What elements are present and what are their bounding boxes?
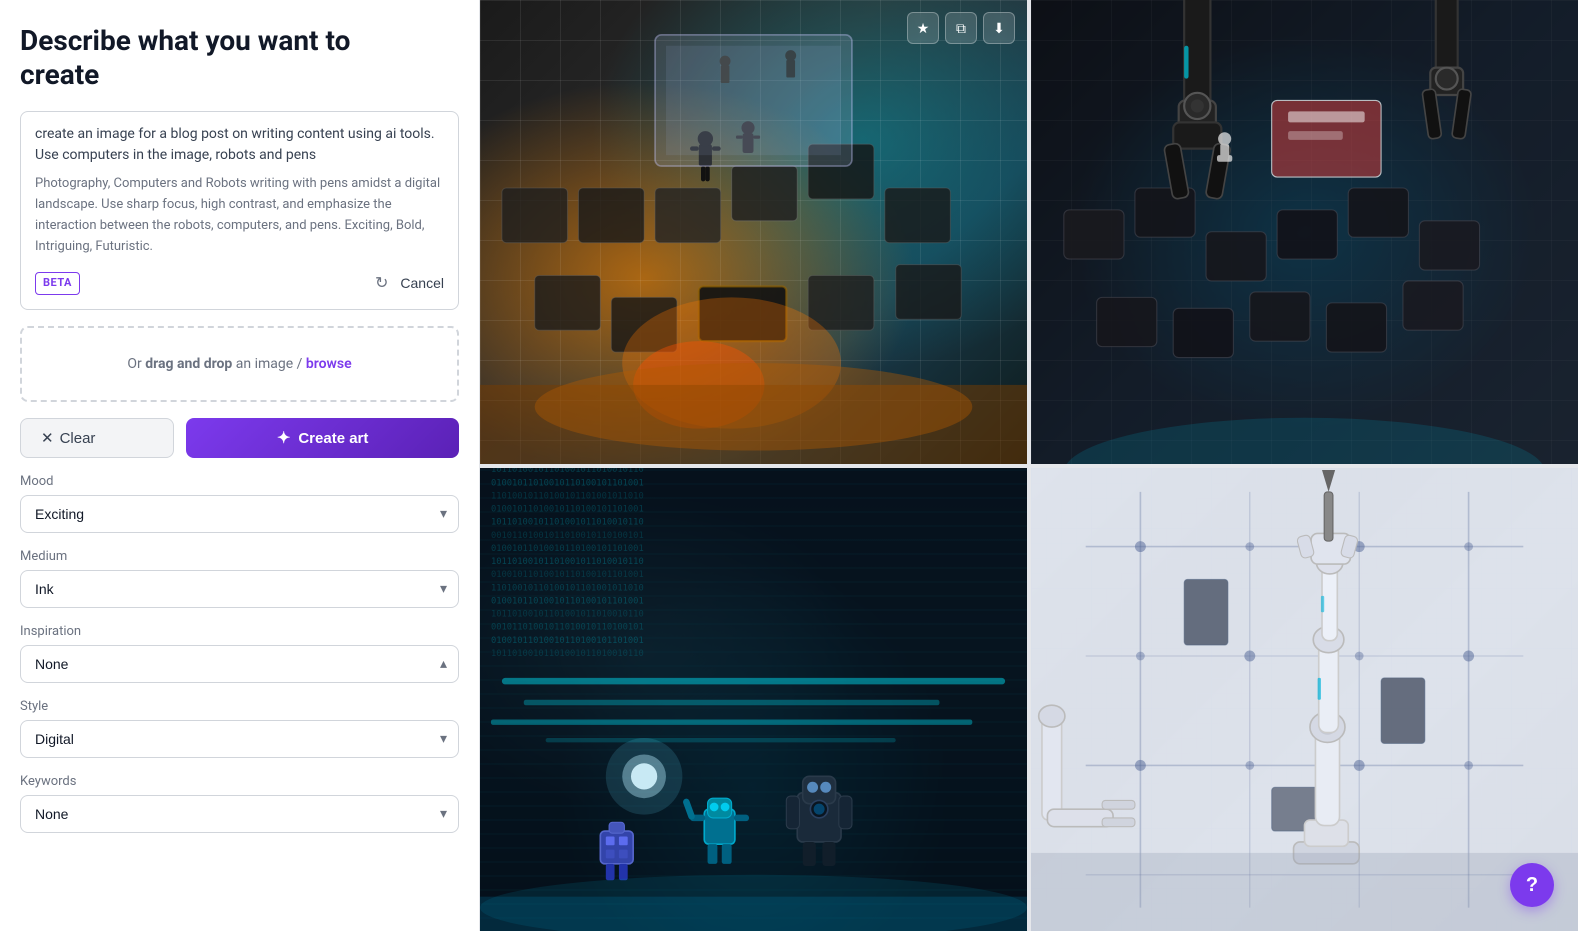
clear-button[interactable]: ✕ Clear — [20, 418, 174, 458]
inspiration-section: Inspiration None Monet Picasso Da Vinci … — [20, 624, 459, 683]
svg-text:10110100101101001011010010110: 10110100101101001011010010110 — [491, 609, 644, 619]
image-cell-3[interactable]: 01001011010010110100101101001 1011010010… — [480, 468, 1027, 931]
svg-text:11010010110100101101001011010: 11010010110100101101001011010 — [491, 583, 644, 593]
svg-text:01001011010010110100101101001: 01001011010010110100101101001 — [491, 478, 644, 488]
style-select-wrapper: Digital Realistic Abstract Cartoon Sketc… — [20, 720, 459, 758]
download-button-3[interactable]: ⬇ — [983, 480, 1015, 512]
sparkle-icon: ✦ — [277, 428, 290, 448]
image-cell-1[interactable]: ★ ⧉ ⬇ — [480, 0, 1027, 464]
style-label: Style — [20, 699, 459, 714]
mood-label: Mood — [20, 474, 459, 489]
star-button-1[interactable]: ★ — [907, 12, 939, 44]
svg-text:01001011010010110100101101001: 01001011010010110100101101001 — [491, 570, 644, 580]
image-cell-2[interactable]: ★ ⧉ ⬇ — [1031, 0, 1578, 464]
left-panel: Describe what you want to create create … — [0, 0, 480, 931]
medium-select-wrapper: Ink Watercolor Oil Paint Digital Pencil … — [20, 570, 459, 608]
prompt-generated-text: Photography, Computers and Robots writin… — [35, 174, 444, 257]
inspiration-select[interactable]: None Monet Picasso Da Vinci Van Gogh — [20, 645, 459, 683]
browse-link[interactable]: browse — [306, 356, 352, 372]
svg-text:01001011010010110100101101001: 01001011010010110100101101001 — [491, 596, 644, 606]
svg-text:10110100101101001011010010110: 10110100101101001011010010110 — [491, 468, 644, 475]
keywords-select-wrapper: None ▾ — [20, 795, 459, 833]
svg-text:01001011010010110100101101001: 01001011010010110100101101001 — [491, 635, 644, 645]
style-select[interactable]: Digital Realistic Abstract Cartoon Sketc… — [20, 720, 459, 758]
mood-select-wrapper: Exciting Calm Dark Happy Mysterious ▾ — [20, 495, 459, 533]
svg-text:10110100101101001011010010110: 10110100101101001011010010110 — [491, 648, 644, 658]
copy-button-3[interactable]: ⧉ — [945, 480, 977, 512]
star-button-2[interactable]: ★ — [1458, 12, 1490, 44]
mood-select[interactable]: Exciting Calm Dark Happy Mysterious — [20, 495, 459, 533]
svg-text:00101101001011010010110100101: 00101101001011010010110100101 — [491, 530, 644, 540]
prompt-footer: BETA ↻ Cancel — [35, 269, 444, 297]
download-button-2[interactable]: ⬇ — [1534, 12, 1566, 44]
refresh-button[interactable]: ↻ — [371, 269, 392, 297]
page-title: Describe what you want to create — [20, 24, 459, 91]
copy-button-2[interactable]: ⧉ — [1496, 12, 1528, 44]
action-row: ✕ Clear ✦ Create art — [20, 418, 459, 458]
robot-elements-3: 01001011010010110100101101001 1011010010… — [480, 468, 1027, 931]
create-art-button[interactable]: ✦ Create art — [186, 418, 459, 458]
svg-text:10110100101101001011010010110: 10110100101101001011010010110 — [491, 557, 644, 567]
image-1-actions: ★ ⧉ ⬇ — [907, 12, 1015, 44]
download-button-4[interactable]: ⬇ — [1534, 480, 1566, 512]
copy-button-1[interactable]: ⧉ — [945, 12, 977, 44]
image-svg-1 — [480, 0, 1027, 464]
create-label: Create art — [298, 430, 368, 447]
keywords-label: Keywords — [20, 774, 459, 789]
inspiration-select-wrapper: None Monet Picasso Da Vinci Van Gogh ▴ — [20, 645, 459, 683]
inspiration-label: Inspiration — [20, 624, 459, 639]
svg-text:10110100101101001011010010110: 10110100101101001011010010110 — [491, 517, 644, 527]
image-svg-2 — [1031, 0, 1578, 464]
prompt-main-text: create an image for a blog post on writi… — [35, 124, 444, 166]
image-cell-4[interactable]: ★ ⧉ ⬇ — [1031, 468, 1578, 931]
keywords-section: Keywords None ▾ — [20, 774, 459, 833]
mood-section: Mood Exciting Calm Dark Happy Mysterious… — [20, 474, 459, 533]
download-button-1[interactable]: ⬇ — [983, 12, 1015, 44]
drop-text-bold: drag and drop — [145, 356, 232, 372]
image-svg-3: 01001011010010110100101101001 1011010010… — [480, 468, 1027, 931]
image-grid: ★ ⧉ ⬇ — [480, 0, 1578, 931]
help-button[interactable]: ? — [1510, 863, 1554, 907]
svg-text:00101101001011010010110100101: 00101101001011010010110100101 — [491, 622, 644, 632]
svg-text:01001011010010110100101101001: 01001011010010110100101101001 — [491, 543, 644, 553]
copy-button-4[interactable]: ⧉ — [1496, 480, 1528, 512]
svg-text:11010010110100101101001011010: 11010010110100101101001011010 — [491, 491, 644, 501]
image-svg-4 — [1031, 468, 1578, 931]
star-button-3[interactable]: ★ — [907, 480, 939, 512]
drop-text-prefix: Or — [127, 356, 145, 372]
drop-text-middle: an image / — [232, 356, 306, 372]
prompt-actions: ↻ Cancel — [371, 269, 444, 297]
drop-zone[interactable]: Or drag and drop an image / browse — [20, 326, 459, 402]
medium-select[interactable]: Ink Watercolor Oil Paint Digital Pencil — [20, 570, 459, 608]
clear-x-icon: ✕ — [41, 429, 54, 447]
medium-section: Medium Ink Watercolor Oil Paint Digital … — [20, 549, 459, 608]
beta-badge: BETA — [35, 272, 80, 295]
robot-elements-1 — [480, 0, 1027, 464]
medium-label: Medium — [20, 549, 459, 564]
robot-elements-2 — [1031, 0, 1578, 464]
prompt-box[interactable]: create an image for a blog post on writi… — [20, 111, 459, 310]
star-button-4[interactable]: ★ — [1458, 480, 1490, 512]
keywords-select[interactable]: None — [20, 795, 459, 833]
clear-label: Clear — [60, 430, 96, 447]
cancel-button[interactable]: Cancel — [400, 275, 444, 291]
svg-text:01001011010010110100101101001: 01001011010010110100101101001 — [491, 504, 644, 514]
style-section: Style Digital Realistic Abstract Cartoon… — [20, 699, 459, 758]
robot-elements-4 — [1031, 468, 1578, 931]
